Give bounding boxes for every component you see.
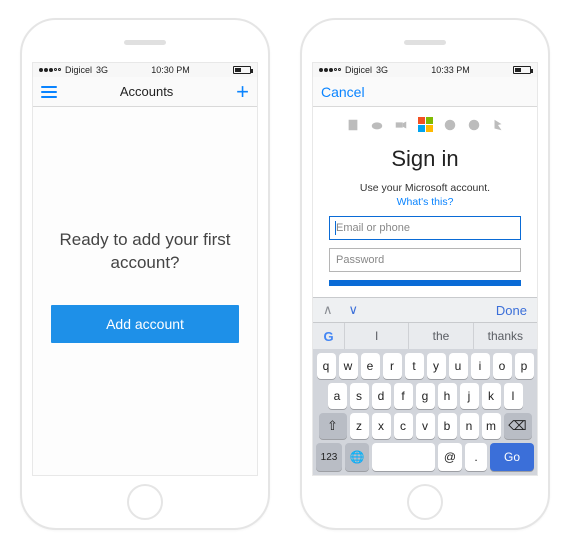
key-i[interactable]: i (471, 353, 490, 379)
cancel-button[interactable]: Cancel (321, 84, 365, 100)
key-h[interactable]: h (438, 383, 457, 409)
key-o[interactable]: o (493, 353, 512, 379)
xbox-icon (443, 118, 457, 132)
key-go[interactable]: Go (490, 443, 534, 471)
key-at[interactable]: @ (438, 443, 462, 471)
body-left: Ready to add your first account? Add acc… (33, 107, 257, 475)
key-shift[interactable]: ⇧ (319, 413, 347, 439)
clock-label: 10:30 PM (151, 65, 190, 75)
backspace-icon: ⌫ (508, 418, 526, 434)
key-t[interactable]: t (405, 353, 424, 379)
prompt-text: Ready to add your first account? (51, 229, 239, 275)
carrier-label: Digicel (65, 65, 92, 75)
signal-dots-icon (39, 68, 61, 72)
key-f[interactable]: f (394, 383, 413, 409)
menu-icon[interactable] (41, 86, 57, 98)
bing-icon (491, 118, 505, 132)
password-placeholder: Password (336, 254, 384, 266)
key-123[interactable]: 123 (316, 443, 342, 471)
signin-heading: Sign in (391, 146, 458, 172)
network-label: 3G (96, 65, 108, 75)
phone-left: Digicel 3G 10:30 PM Accounts + Ready to … (20, 18, 270, 530)
key-space[interactable] (372, 443, 435, 471)
keyboard-toolbar: ∧ ∨ Done (313, 297, 537, 323)
google-icon[interactable]: G (313, 323, 345, 349)
key-b[interactable]: b (438, 413, 457, 439)
status-bar: Digicel 3G 10:33 PM (313, 63, 537, 77)
key-backspace[interactable]: ⌫ (504, 413, 532, 439)
service-icons-row (346, 117, 505, 132)
key-g[interactable]: g (416, 383, 435, 409)
key-z[interactable]: z (350, 413, 369, 439)
office-icon (346, 118, 360, 132)
suggestion-1[interactable]: I (345, 323, 409, 349)
clock-label: 10:33 PM (431, 65, 470, 75)
email-field[interactable]: Email or phone (329, 216, 521, 240)
key-p[interactable]: p (515, 353, 534, 379)
home-button[interactable] (407, 484, 443, 520)
nav-bar: Cancel (313, 77, 537, 107)
shift-icon: ⇧ (327, 418, 338, 434)
key-n[interactable]: n (460, 413, 479, 439)
suggestion-bar: G I the thanks (313, 323, 537, 349)
key-u[interactable]: u (449, 353, 468, 379)
key-dot[interactable]: . (465, 443, 487, 471)
add-icon[interactable]: + (236, 81, 249, 103)
microsoft-logo-icon (418, 117, 433, 132)
network-label: 3G (376, 65, 388, 75)
key-globe[interactable]: 🌐 (345, 443, 369, 471)
video-icon (394, 118, 408, 132)
key-s[interactable]: s (350, 383, 369, 409)
suggestion-3[interactable]: thanks (474, 323, 537, 349)
key-e[interactable]: e (361, 353, 380, 379)
status-bar: Digicel 3G 10:30 PM (33, 63, 257, 77)
key-y[interactable]: y (427, 353, 446, 379)
key-m[interactable]: m (482, 413, 501, 439)
add-account-button[interactable]: Add account (51, 305, 239, 343)
key-r[interactable]: r (383, 353, 402, 379)
kb-next-icon[interactable]: ∨ (349, 302, 359, 318)
globe-icon: 🌐 (350, 450, 365, 464)
key-d[interactable]: d (372, 383, 391, 409)
kb-prev-icon[interactable]: ∧ (323, 302, 333, 318)
phone-speaker (404, 40, 446, 45)
body-right: Sign in Use your Microsoft account. What… (313, 107, 537, 297)
signin-button[interactable] (329, 280, 521, 286)
password-field[interactable]: Password (329, 248, 521, 272)
nav-title: Accounts (120, 84, 173, 99)
carrier-label: Digicel (345, 65, 372, 75)
key-c[interactable]: c (394, 413, 413, 439)
kb-row-4: 123 🌐 @ . Go (313, 439, 537, 471)
key-l[interactable]: l (504, 383, 523, 409)
suggestion-2[interactable]: the (409, 323, 473, 349)
kb-row-1: q w e r t y u i o p (313, 349, 537, 379)
key-x[interactable]: x (372, 413, 391, 439)
signal-dots-icon (319, 68, 341, 72)
kb-row-2: a s d f g h j k l (313, 379, 537, 409)
screen-left: Digicel 3G 10:30 PM Accounts + Ready to … (32, 62, 258, 476)
email-placeholder: Email or phone (336, 222, 410, 234)
key-w[interactable]: w (339, 353, 358, 379)
whats-this-link[interactable]: What's this? (397, 196, 454, 208)
kb-row-3: ⇧ z x c v b n m ⌫ (313, 409, 537, 439)
signin-subtext: Use your Microsoft account. (360, 182, 490, 194)
key-a[interactable]: a (328, 383, 347, 409)
keyboard: ∧ ∨ Done G I the thanks q w e (313, 297, 537, 475)
home-button[interactable] (127, 484, 163, 520)
skype-icon (467, 118, 481, 132)
battery-icon (513, 66, 531, 74)
phone-right: Digicel 3G 10:33 PM Cancel (300, 18, 550, 530)
phone-speaker (124, 40, 166, 45)
key-j[interactable]: j (460, 383, 479, 409)
key-k[interactable]: k (482, 383, 501, 409)
onedrive-icon (370, 118, 384, 132)
key-q[interactable]: q (317, 353, 336, 379)
screen-right: Digicel 3G 10:33 PM Cancel (312, 62, 538, 476)
key-v[interactable]: v (416, 413, 435, 439)
battery-icon (233, 66, 251, 74)
nav-bar: Accounts + (33, 77, 257, 107)
kb-done-button[interactable]: Done (496, 303, 527, 318)
